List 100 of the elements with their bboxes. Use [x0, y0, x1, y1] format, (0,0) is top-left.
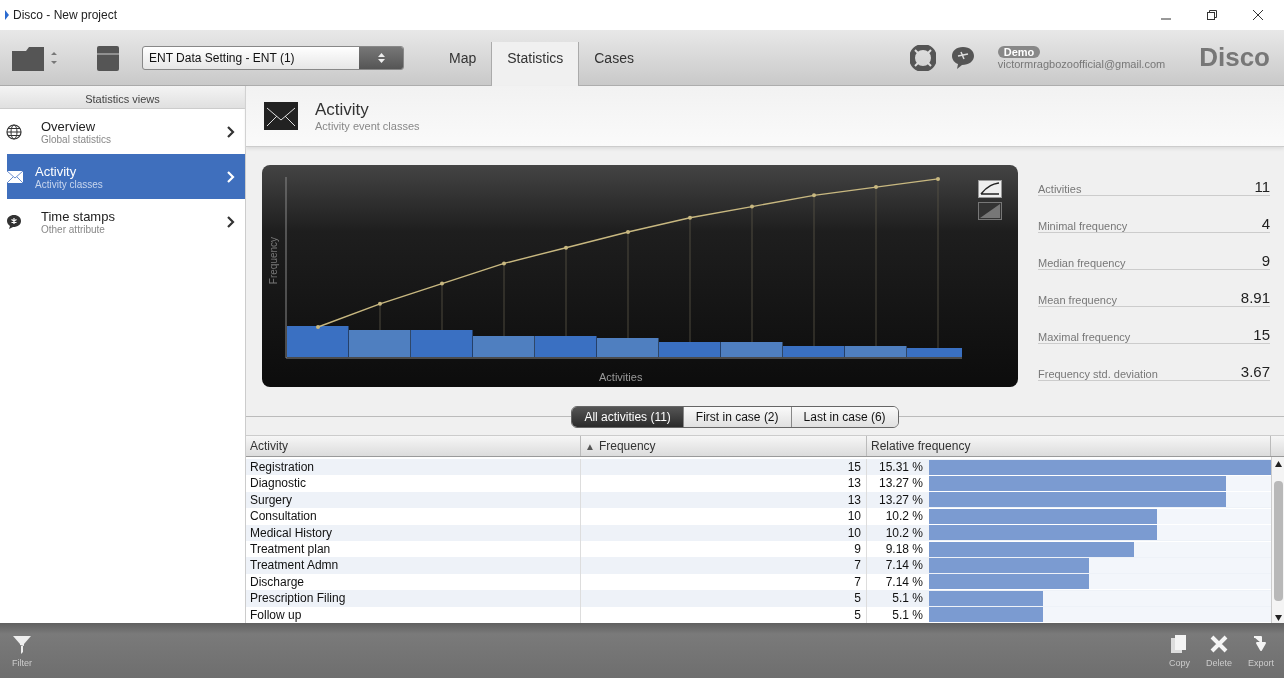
data-point [688, 215, 692, 220]
column-header[interactable]: Activity [246, 436, 581, 456]
data-point [812, 193, 816, 198]
table-cell: 13 [581, 491, 867, 509]
data-point [564, 245, 568, 250]
column-label: Activity [250, 439, 288, 453]
stat-label: Maximal frequency [1038, 331, 1131, 343]
table-cell: 5 [581, 590, 867, 607]
y-axis-label: Frequency [268, 236, 280, 285]
table-cell-text: 7.14 % [884, 557, 923, 574]
data-point [378, 301, 382, 306]
stat-label: Frequency std. deviation [1038, 368, 1158, 380]
table-cell: Registration [246, 459, 581, 476]
table-cell: Prescription Filing [246, 590, 581, 607]
data-point [750, 204, 754, 209]
table-cell-text: 7.14 % [884, 573, 923, 591]
close-icon [1208, 633, 1229, 654]
bar [349, 330, 411, 357]
archive-icon[interactable] [96, 43, 120, 72]
table-cell: 13 [581, 475, 867, 492]
table-cell: 10 [581, 524, 867, 541]
table-cell: 5 [581, 606, 867, 623]
data-point [440, 281, 444, 286]
data-point [874, 185, 878, 190]
stat-value: 9 [1261, 252, 1270, 269]
stat-value: 3.67 [1240, 363, 1270, 380]
caret-icon [377, 52, 385, 63]
chevron-icon [227, 215, 235, 228]
globe-icon [6, 123, 22, 140]
envelope-icon [7, 168, 23, 185]
stat-value: 8.91 [1240, 289, 1270, 306]
table-cell: Treatment Admn [246, 557, 581, 574]
app-logo: Disco [1199, 42, 1270, 73]
table-cell-text: 15.31 % [877, 459, 923, 476]
stat-value: 11 [1254, 178, 1270, 195]
stat-label: Minimal frequency [1038, 220, 1128, 232]
filter-tab[interactable]: All activities (11) [572, 407, 683, 427]
sidebar-heading: Statistics views [0, 86, 245, 109]
table-cell: Medical History [246, 524, 581, 541]
bar [845, 346, 907, 357]
item-subtitle: Activity classes [35, 178, 104, 190]
speech-bubble-icon[interactable] [949, 44, 976, 71]
chevron-icon [227, 125, 235, 138]
column-header[interactable]: ▲ Frequency [581, 436, 867, 456]
bar [473, 336, 535, 357]
item-title: Time stamps [41, 208, 116, 224]
table-cell-text: 13.27 % [877, 475, 923, 492]
table-cell-text: 13.27 % [877, 491, 923, 509]
speech-bubble-icon [6, 213, 22, 230]
table-cell: Surgery [246, 491, 581, 509]
bar [659, 342, 721, 357]
account-email: victormragbozoofficial@gmail.com [997, 57, 1166, 70]
table-cell-text: 9.18 % [884, 540, 923, 558]
table-cell: 10 [581, 508, 867, 525]
scrollbar-thumb[interactable] [1273, 481, 1283, 601]
view-tab[interactable]: Map [434, 30, 492, 85]
table-cell: 7 [581, 557, 867, 574]
window-title: Disco - New project [13, 8, 118, 22]
table-cell: 15 [581, 459, 867, 476]
sidebar-item[interactable]: Activity Activity classes [7, 154, 245, 199]
filter-tab[interactable]: First in case (2) [682, 407, 791, 427]
filter-tab[interactable]: Last in case (6) [790, 407, 898, 427]
bar [535, 336, 597, 357]
stat-label: Activities [1038, 183, 1082, 195]
bar [411, 330, 473, 357]
view-tab[interactable]: Cases [579, 30, 649, 85]
x-axis-label: Activities [599, 371, 643, 383]
column-label: Frequency [598, 439, 656, 453]
funnel-icon [12, 633, 32, 654]
scroll-down-icon[interactable] [1274, 615, 1282, 621]
restore-icon[interactable] [1206, 9, 1218, 21]
bar [287, 326, 349, 357]
table-cell: Follow up [246, 606, 581, 623]
curve-mode-icon[interactable] [978, 180, 1002, 198]
table-cell-text: 10.2 % [884, 524, 923, 541]
item-title: Activity [35, 163, 78, 179]
lifebuoy-icon[interactable] [909, 44, 936, 71]
stat-label: Median frequency [1038, 257, 1126, 269]
bar [907, 348, 962, 357]
view-tab[interactable]: Statistics [491, 42, 580, 86]
data-point [936, 176, 940, 181]
column-label: Relative frequency [871, 439, 971, 453]
dataset-dropdown[interactable]: ENT Data Setting - ENT (1) [142, 45, 404, 70]
close-icon[interactable] [1252, 9, 1264, 21]
item-subtitle: Global statistics [41, 133, 113, 145]
data-point [502, 261, 506, 266]
table-cell-text: 10.2 % [884, 508, 923, 525]
scrollbar[interactable] [1271, 457, 1284, 623]
stat-label: Mean frequency [1038, 294, 1117, 306]
table-cell-text: 5.1 % [891, 606, 923, 623]
view-subtitle: Activity event classes [315, 120, 420, 132]
table-cell-text: 5.1 % [891, 590, 923, 607]
data-point [626, 230, 630, 234]
scroll-up-icon[interactable] [1274, 461, 1282, 467]
sort-indicator: ▲ [585, 440, 595, 452]
chevron-icon [227, 170, 235, 183]
column-header[interactable]: Relative frequency [867, 436, 1271, 456]
table-cell: Consultation [246, 508, 581, 525]
table-cell: Diagnostic [246, 475, 581, 492]
bar [721, 342, 783, 357]
